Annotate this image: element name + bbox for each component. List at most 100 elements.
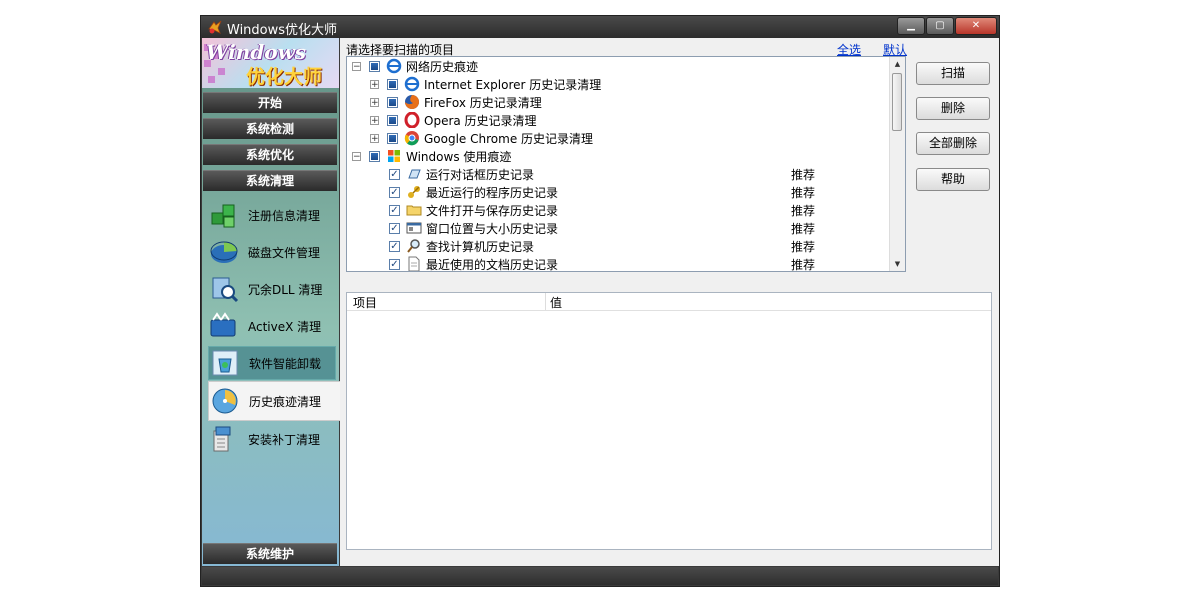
tree-item-ie[interactable]: + Internet Explorer 历史记录清理 xyxy=(347,75,887,93)
tree-checkbox[interactable] xyxy=(369,150,380,162)
sidebar-item-dll-clean[interactable]: 冗余DLL 清理 xyxy=(208,272,336,306)
dll-magnifier-icon xyxy=(212,277,239,303)
delete-all-button[interactable]: 全部删除 xyxy=(916,132,990,155)
tree-item-label: 查找计算机历史记录 xyxy=(426,239,535,254)
tree-item-find-computer[interactable]: ✓ 查找计算机历史记录 推荐 xyxy=(347,237,887,255)
tree-item-chrome[interactable]: + Google Chrome 历史记录清理 xyxy=(347,129,887,147)
firefox-icon xyxy=(405,95,419,109)
tree-checkbox[interactable]: ✓ xyxy=(389,186,400,198)
keys-icon xyxy=(408,186,420,198)
tree-group-windows[interactable]: − Windows 使用痕迹 xyxy=(347,147,887,165)
nav-section-system-check[interactable]: 系统检测 xyxy=(203,118,337,139)
tree-checkbox[interactable]: ✓ xyxy=(389,168,400,180)
expand-toggle[interactable]: + xyxy=(370,133,379,143)
window-title: Windows优化大师 xyxy=(227,23,338,38)
sidebar-item-patch-clean[interactable]: 安装补丁清理 xyxy=(208,422,336,456)
expand-toggle[interactable]: + xyxy=(370,79,379,89)
tree-group-network[interactable]: − 网络历史痕迹 xyxy=(347,57,887,75)
tree-item-label: 最近使用的文档历史记录 xyxy=(426,257,559,272)
collapse-toggle[interactable]: − xyxy=(352,61,361,71)
sidebar-item-label: 注册信息清理 xyxy=(248,208,321,223)
tree-checkbox[interactable] xyxy=(387,96,398,108)
registry-cubes-icon xyxy=(211,204,235,228)
tree-item-label: 文件打开与保存历史记录 xyxy=(426,203,559,218)
tree-item-recent-programs[interactable]: ✓ 最近运行的程序历史记录 推荐 xyxy=(347,183,887,201)
tree-item-label: Windows 使用痕迹 xyxy=(406,149,512,164)
tree-item-window-position[interactable]: ✓ 窗口位置与大小历史记录 推荐 xyxy=(347,219,887,237)
tree-item-opera[interactable]: + Opera 历史记录清理 xyxy=(347,111,887,129)
tree-item-label: 窗口位置与大小历史记录 xyxy=(426,221,559,236)
tree-checkbox[interactable]: ✓ xyxy=(389,258,400,270)
collapse-toggle[interactable]: − xyxy=(352,151,361,161)
tree-item-label: 网络历史痕迹 xyxy=(406,59,479,74)
scan-button[interactable]: 扫描 xyxy=(916,62,990,85)
scroll-down-icon[interactable]: ▼ xyxy=(890,260,905,268)
minimize-button[interactable]: ▁ xyxy=(897,17,925,35)
recommend-badge: 推荐 xyxy=(791,203,816,218)
tree-checkbox[interactable]: ✓ xyxy=(389,240,400,252)
results-table: 项目 值 xyxy=(346,292,992,550)
recommend-badge: 推荐 xyxy=(791,167,816,182)
tree-checkbox[interactable]: ✓ xyxy=(389,222,400,234)
ie-icon xyxy=(386,58,402,74)
main-panel: 请选择要扫描的项目 全选 默认 − 网络历史痕迹 + Internet Expl… xyxy=(340,38,999,566)
column-header-value[interactable]: 值 xyxy=(550,294,562,311)
nav-section-start[interactable]: 开始 xyxy=(203,92,337,113)
history-globe-icon xyxy=(212,388,238,414)
tree-item-run-dialog[interactable]: ✓ 运行对话框历史记录 推荐 xyxy=(347,165,887,183)
delete-button[interactable]: 删除 xyxy=(916,97,990,120)
logo-text-cn: 优化大师 xyxy=(246,66,323,88)
column-header-item[interactable]: 项目 xyxy=(353,294,377,311)
tree-checkbox[interactable] xyxy=(387,114,398,126)
tree-item-file-open-save[interactable]: ✓ 文件打开与保存历史记录 推荐 xyxy=(347,201,887,219)
nav-section-system-maintain[interactable]: 系统维护 xyxy=(203,543,337,564)
recommend-badge: 推荐 xyxy=(791,221,816,236)
results-table-header: 项目 值 xyxy=(347,293,991,311)
maximize-button[interactable]: ▢ xyxy=(926,17,954,35)
recommend-badge: 推荐 xyxy=(791,257,816,272)
sidebar-item-history-clean[interactable]: 历史痕迹清理 xyxy=(208,381,342,421)
sidebar-item-label: 磁盘文件管理 xyxy=(248,245,321,260)
tree-item-label: Internet Explorer 历史记录清理 xyxy=(424,77,602,92)
sidebar-item-software-uninstall[interactable]: 软件智能卸载 xyxy=(208,346,336,380)
chrome-icon xyxy=(404,131,419,146)
sidebar-item-label: 安装补丁清理 xyxy=(248,432,321,447)
window-icon xyxy=(406,222,422,234)
scroll-thumb[interactable] xyxy=(892,73,902,131)
sidebar-item-disk-files[interactable]: 磁盘文件管理 xyxy=(208,235,336,269)
sidebar-item-label: 软件智能卸载 xyxy=(249,356,322,371)
recommend-badge: 推荐 xyxy=(791,239,816,254)
help-button[interactable]: 帮助 xyxy=(916,168,990,191)
ie-icon xyxy=(404,76,420,92)
nav-section-system-clean[interactable]: 系统清理 xyxy=(203,170,337,191)
tree-checkbox[interactable] xyxy=(387,132,398,144)
tree-item-label: 最近运行的程序历史记录 xyxy=(426,185,559,200)
tree-item-label: FireFox 历史记录清理 xyxy=(424,95,542,110)
title-bar: Windows优化大师 ▁ ▢ ✕ xyxy=(201,16,999,38)
tree-checkbox[interactable] xyxy=(369,60,380,72)
tree-item-firefox[interactable]: + FireFox 历史记录清理 xyxy=(347,93,887,111)
run-dialog-icon xyxy=(408,169,421,179)
tree-checkbox[interactable]: ✓ xyxy=(389,204,400,216)
app-logo: Windows 优化大师 xyxy=(202,38,339,88)
sidebar: Windows 优化大师 开始 系统检测 系统优化 系统清理 注册信息清理 磁盘… xyxy=(202,38,342,566)
tree-checkbox[interactable] xyxy=(387,78,398,90)
expand-toggle[interactable]: + xyxy=(370,115,379,125)
tree-scrollbar[interactable]: ▲ ▼ xyxy=(889,57,905,271)
scan-items-tree: − 网络历史痕迹 + Internet Explorer 历史记录清理 + Fi… xyxy=(346,56,906,272)
recommend-badge: 推荐 xyxy=(791,185,816,200)
activex-film-icon xyxy=(210,312,236,337)
app-logo-icon xyxy=(208,20,222,34)
installer-box-icon xyxy=(213,426,231,452)
search-icon xyxy=(407,239,420,253)
close-button[interactable]: ✕ xyxy=(955,17,997,35)
scroll-up-icon[interactable]: ▲ xyxy=(890,60,905,68)
sidebar-item-activex-clean[interactable]: ActiveX 清理 xyxy=(208,309,336,343)
sidebar-item-registry-clean[interactable]: 注册信息清理 xyxy=(208,198,336,232)
tree-item-recent-docs[interactable]: ✓ 最近使用的文档历史记录 推荐 xyxy=(347,255,887,272)
nav-section-system-optimize[interactable]: 系统优化 xyxy=(203,144,337,165)
recycle-bin-icon xyxy=(212,350,238,376)
expand-toggle[interactable]: + xyxy=(370,97,379,107)
sidebar-item-label: 冗余DLL 清理 xyxy=(248,282,323,297)
document-icon xyxy=(408,256,420,271)
